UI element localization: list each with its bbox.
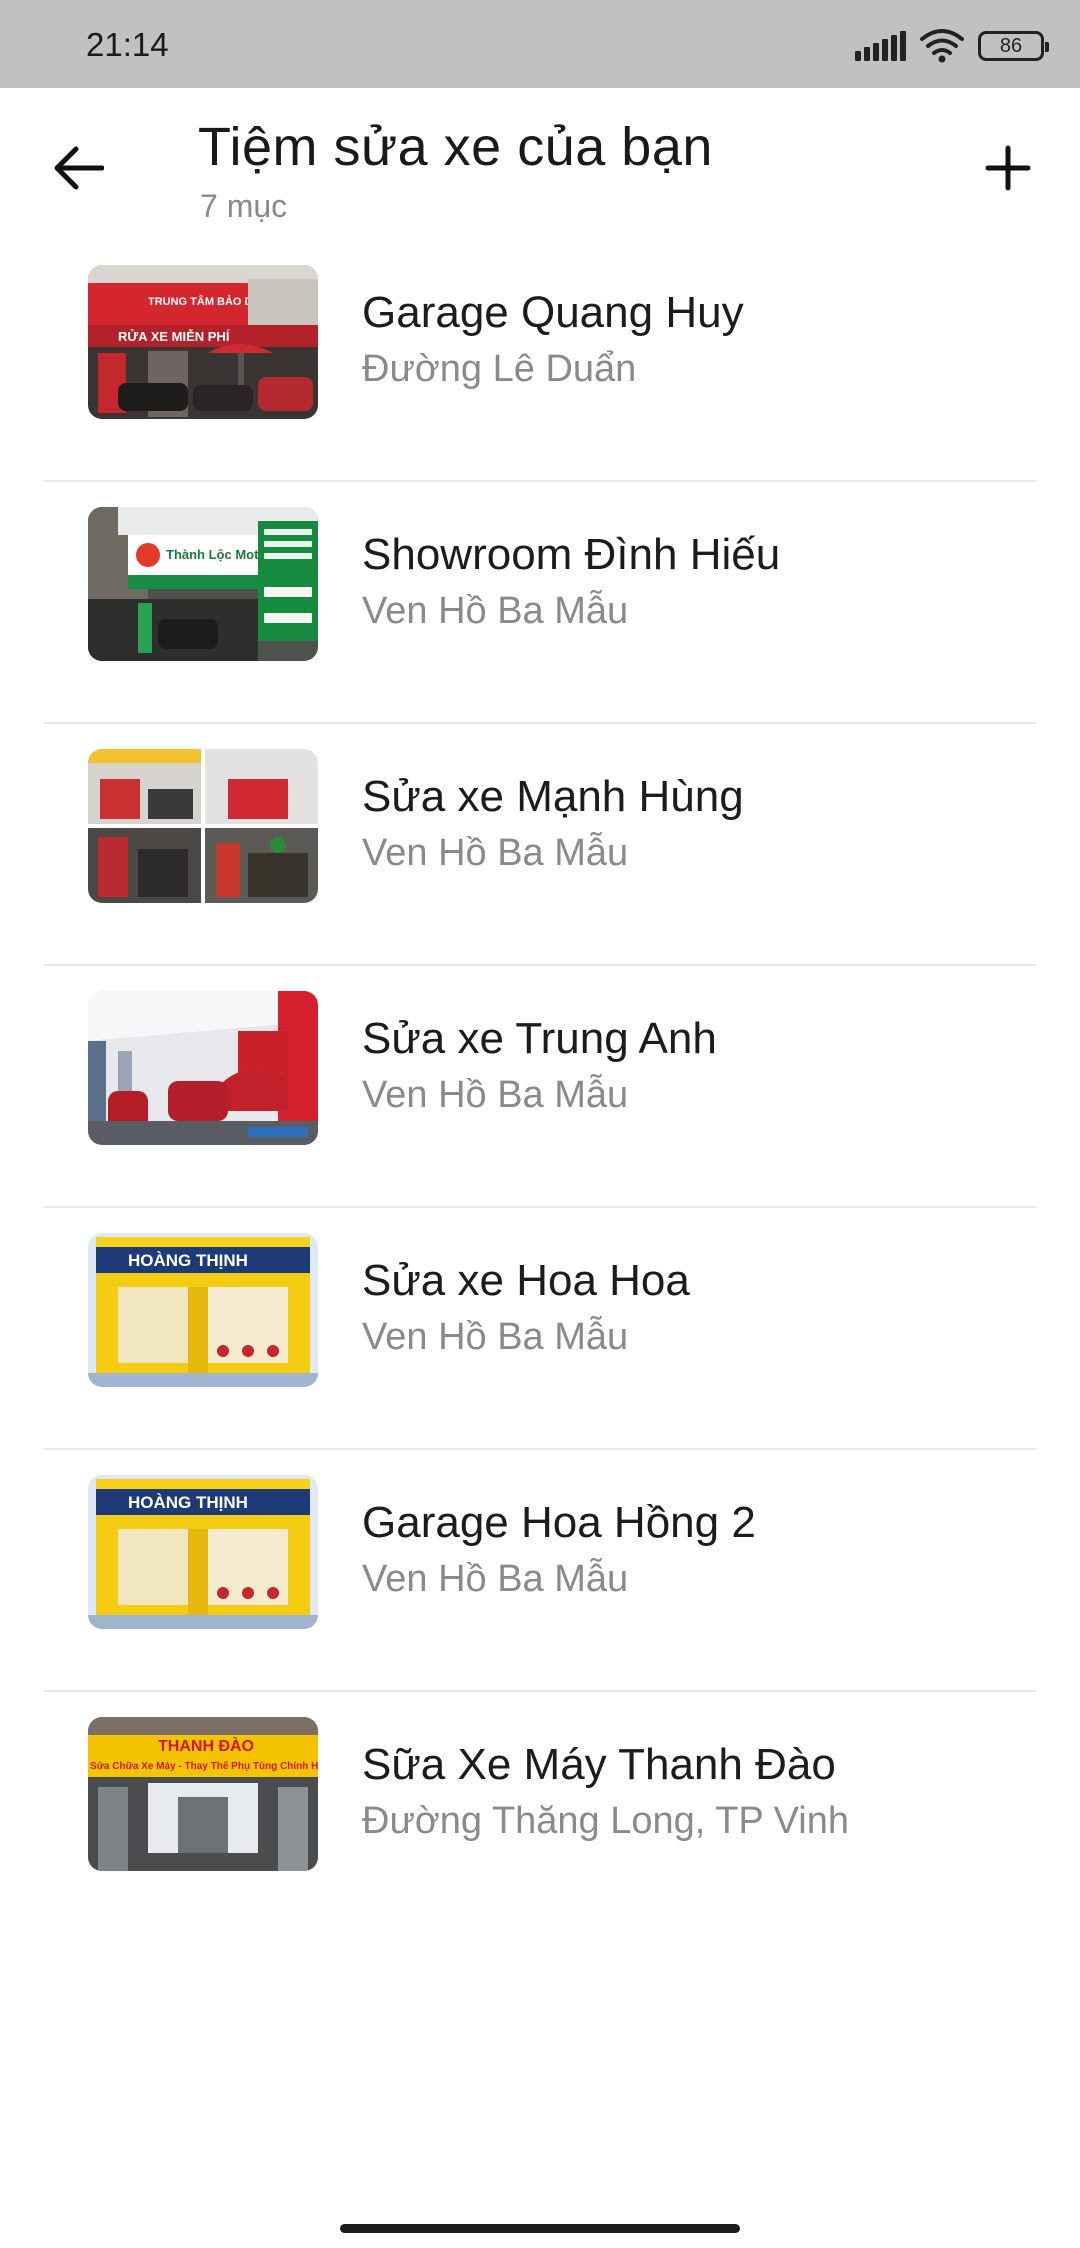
shop-address: Ven Hồ Ba Mẫu — [362, 590, 629, 632]
status-time: 21:14 — [86, 26, 169, 63]
shop-address: Ven Hồ Ba Mẫu — [362, 1316, 629, 1358]
hoang-thinh-sign: HOÀNG THỊNH — [128, 1493, 248, 1512]
shop-item-4[interactable]: Sửa xe Trung Anh Ven Hồ Ba Mẫu — [44, 966, 1036, 1208]
thanh-loc-sign: Thành Lộc Motor — [166, 547, 271, 562]
shop-address: Ven Hồ Ba Mẫu — [362, 832, 629, 874]
shop-name: Sửa xe Trung Anh — [362, 1014, 717, 1063]
shop-name: Sửa xe Hoa Hoa — [362, 1256, 690, 1305]
shop-name: Sữa Xe Máy Thanh Đào — [362, 1740, 836, 1789]
shop-photo-5: HOÀNG THỊNH — [88, 1233, 318, 1387]
home-indicator[interactable] — [340, 2224, 740, 2233]
item-count: 7 mục — [200, 188, 288, 224]
shop-address: Ven Hồ Ba Mẫu — [362, 1074, 629, 1116]
app-bar: Tiệm sửa xe của bạn 7 mục — [0, 88, 1080, 240]
shop-name: Garage Hoa Hồng 2 — [362, 1498, 756, 1547]
shop-address: Đường Lê Duẩn — [362, 348, 637, 390]
shop-item-6[interactable]: HOÀNG THỊNH Garage Hoa Hồng 2 Ven Hồ Ba … — [44, 1450, 1036, 1692]
signal-icon — [855, 31, 906, 61]
thanh-dao-subsign: Sửa Chữa Xe Máy - Thay Thế Phụ Tùng Chín… — [90, 1760, 318, 1772]
page-title: Tiệm sửa xe của bạn — [198, 117, 713, 177]
shop-name: Sửa xe Mạnh Hùng — [362, 772, 744, 821]
shop-list: TRUNG TÂM BẢO DƯỠNG RỬA XE MIỄN PHÍ Gara… — [0, 240, 1080, 1934]
shop-address: Ven Hồ Ba Mẫu — [362, 1558, 629, 1600]
plus-icon — [985, 145, 1031, 191]
wifi-icon — [920, 29, 964, 63]
shop-item-5[interactable]: HOÀNG THỊNH Sửa xe Hoa Hoa Ven Hồ Ba Mẫu — [44, 1208, 1036, 1450]
shop-item-2[interactable]: Thành Lộc Motor Showroom Đình Hiếu Ven H… — [44, 482, 1036, 724]
arrow-left-icon — [54, 146, 104, 190]
thanh-dao-sign: THANH ĐÀO — [158, 1736, 254, 1755]
battery-level: 86 — [999, 34, 1023, 57]
back-button[interactable] — [40, 130, 116, 206]
status-icons: 86 — [855, 28, 1049, 64]
shop-item-3[interactable]: Sửa xe Mạnh Hùng Ven Hồ Ba Mẫu — [44, 724, 1036, 966]
status-bar: 21:14 86 — [0, 0, 1080, 88]
shop-address: Đường Thăng Long, TP Vinh — [362, 1800, 850, 1842]
quang-huy-subsign: RỬA XE MIỄN PHÍ — [118, 329, 230, 344]
shop-item-7[interactable]: THANH ĐÀO Sửa Chữa Xe Máy - Thay Thế Phụ… — [44, 1692, 1036, 1934]
shop-photo-4 — [88, 991, 318, 1145]
shop-name: Garage Quang Huy — [362, 288, 744, 337]
shop-item-1[interactable]: TRUNG TÂM BẢO DƯỠNG RỬA XE MIỄN PHÍ Gara… — [44, 240, 1036, 482]
hoang-thinh-sign: HOÀNG THỊNH — [128, 1251, 248, 1270]
shop-photo-2: Thành Lộc Motor — [88, 507, 318, 661]
shop-name: Showroom Đình Hiếu — [362, 530, 781, 579]
shop-photo-3 — [88, 749, 318, 903]
battery-icon: 86 — [978, 31, 1049, 61]
add-button[interactable] — [970, 130, 1046, 206]
shop-photo-1: TRUNG TÂM BẢO DƯỠNG RỬA XE MIỄN PHÍ — [88, 265, 318, 419]
shop-photo-6: HOÀNG THỊNH — [88, 1475, 318, 1629]
shop-photo-7: THANH ĐÀO Sửa Chữa Xe Máy - Thay Thế Phụ… — [88, 1717, 318, 1871]
